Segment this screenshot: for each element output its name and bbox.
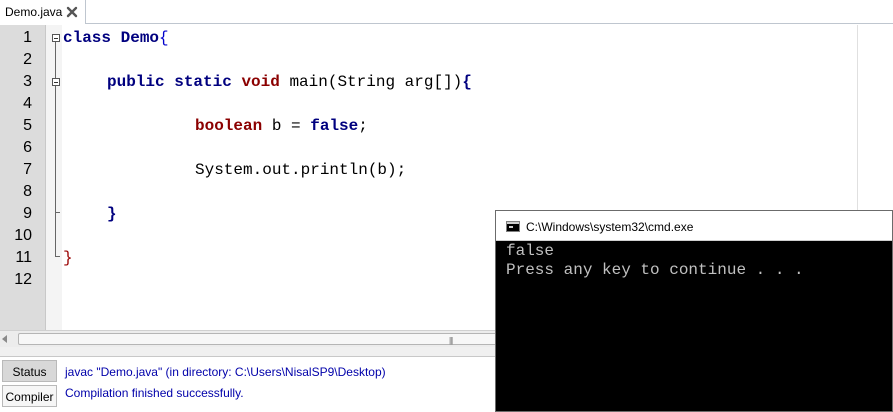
- code-line-1: class Demo{: [63, 27, 169, 49]
- tab-compiler[interactable]: Compiler: [2, 385, 57, 407]
- keyword: public: [107, 73, 165, 91]
- fold-margin: [46, 25, 62, 330]
- code-line-11: }: [63, 247, 73, 269]
- code-text: ;: [358, 117, 368, 135]
- brace: }: [107, 205, 117, 223]
- line-number: 6: [23, 139, 32, 156]
- status-message: Compilation finished successfully.: [65, 386, 244, 400]
- line-number: 10: [14, 227, 32, 244]
- code-line-9: }: [107, 203, 117, 225]
- keyword: false: [310, 117, 359, 135]
- grip-icon: |||: [449, 336, 453, 345]
- fold-end-marker: [55, 256, 60, 257]
- fold-toggle-icon[interactable]: [52, 78, 60, 86]
- code-text: b =: [262, 117, 311, 135]
- line-number: 3: [23, 73, 32, 90]
- line-number: 1: [23, 29, 32, 46]
- scroll-left-arrow-icon[interactable]: [2, 335, 7, 343]
- tab-status[interactable]: Status: [2, 360, 57, 382]
- fold-guide: [55, 86, 56, 212]
- line-number: 2: [23, 51, 32, 68]
- close-x-icon[interactable]: [65, 5, 79, 19]
- code-line-3: public static void main(String arg[]){: [107, 71, 472, 93]
- fold-guide: [55, 212, 56, 256]
- brace: {: [462, 73, 472, 91]
- cmd-window[interactable]: C:\Windows\system32\cmd.exe false Press …: [495, 210, 893, 412]
- fold-toggle-icon[interactable]: [52, 34, 60, 42]
- brace: {: [159, 29, 169, 47]
- line-number: 4: [23, 95, 32, 112]
- cmd-title: C:\Windows\system32\cmd.exe: [526, 220, 694, 234]
- code-line-7: System.out.println(b);: [195, 159, 406, 181]
- line-number: 5: [23, 117, 32, 134]
- line-number: 12: [14, 271, 32, 288]
- keyword: boolean: [195, 117, 263, 135]
- cmd-title-bar[interactable]: C:\Windows\system32\cmd.exe: [496, 211, 892, 241]
- fold-guide: [55, 42, 56, 81]
- line-number: 7: [23, 161, 32, 178]
- tab-demo-java[interactable]: Demo.java: [0, 0, 86, 24]
- console-icon: [506, 221, 520, 232]
- brace: }: [63, 249, 73, 267]
- keyword: void: [241, 73, 280, 91]
- line-number: 9: [23, 205, 32, 222]
- code-line-5: boolean b = false;: [195, 115, 368, 137]
- class-name: Demo: [120, 29, 160, 47]
- cmd-output-line: false: [506, 242, 555, 260]
- keyword: static: [174, 73, 232, 91]
- editor-tab-bar: Demo.java: [0, 0, 893, 24]
- tab-label: Demo.java: [5, 5, 63, 19]
- keyword: class: [63, 29, 112, 47]
- cmd-output-line: Press any key to continue . . .: [506, 261, 804, 279]
- cmd-output: false Press any key to continue . . .: [506, 242, 804, 280]
- line-number: 8: [23, 183, 32, 200]
- method-signature: main(String arg[]): [279, 73, 463, 91]
- line-number-gutter: 1 2 3 4 5 6 7 8 9 10 11 12: [0, 25, 46, 330]
- line-number: 11: [15, 249, 32, 266]
- status-message: javac "Demo.java" (in directory: C:\User…: [65, 365, 386, 379]
- code-text: System.out.println(b);: [195, 161, 407, 179]
